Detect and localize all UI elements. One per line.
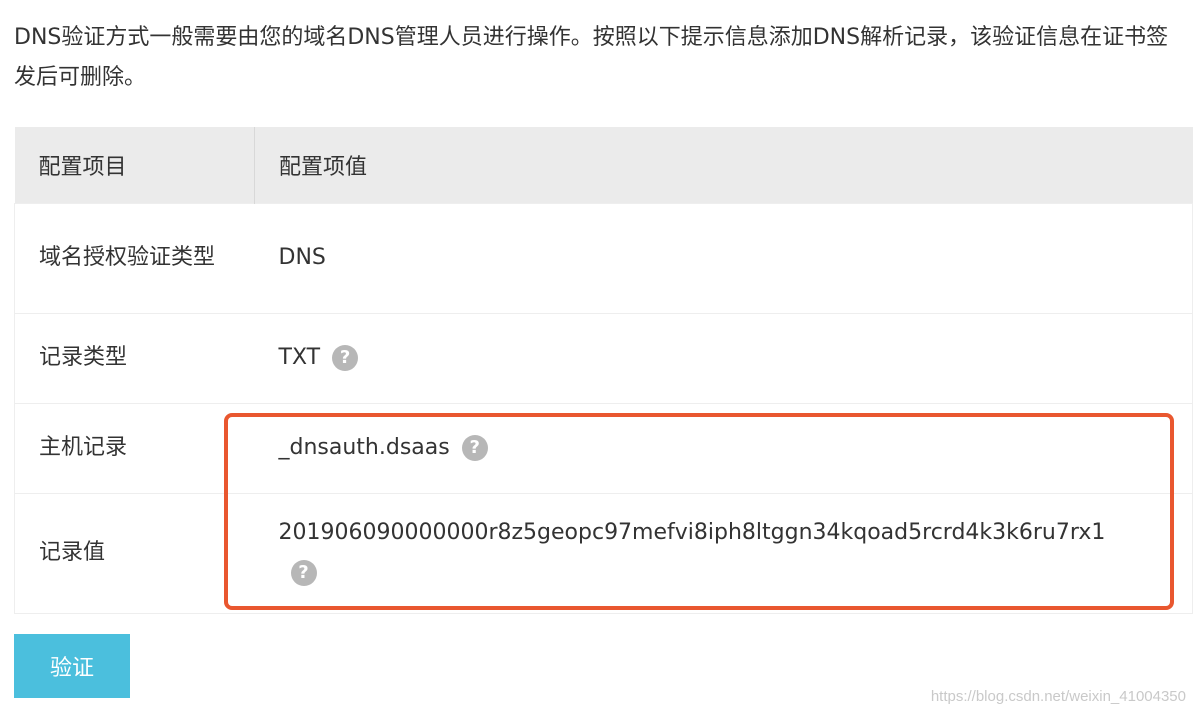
host-record-value[interactable]: _dnsauth.dsaas [279,435,450,460]
row-value-verify-type: DNS [254,202,1193,313]
verify-type-value: DNS [278,245,326,270]
verify-button[interactable]: 验证 [14,634,130,698]
row-label-host-record: 主机记录 [14,402,255,493]
dns-config-table: 配置项目 配置项值 域名授权验证类型 DNS 记录类型 TXT? 主机记录 _d… [14,127,1193,614]
row-label-record-type: 记录类型 [14,312,255,403]
header-config-item: 配置项目 [14,127,255,203]
watermark: https://blog.csdn.net/weixin_41004350 [930,688,1186,705]
header-config-value: 配置项值 [254,127,1193,203]
row-value-record-type: TXT? [254,312,1193,403]
table-row-host-record: 主机记录 _dnsauth.dsaas? [14,402,1193,493]
question-circle-icon[interactable]: ? [290,560,317,586]
intro-text: DNS验证方式一般需要由您的域名DNS管理人员进行操作。按照以下提示信息添加DN… [14,25,1169,90]
table-row-verify-type: 域名授权验证类型 DNS [14,202,1193,313]
row-label-verify-type: 域名授权验证类型 [14,202,255,313]
row-value-record-value: 201906090000000r8z5geopc97mefvi8iph8ltgg… [254,492,1193,614]
record-type-value[interactable]: TXT [279,345,321,370]
row-value-host-record: _dnsauth.dsaas? [254,402,1193,493]
question-circle-icon[interactable]: ? [461,435,488,461]
question-circle-icon[interactable]: ? [332,345,359,371]
table-header-row: 配置项目 配置项值 [14,127,1193,203]
table-row-record-type: 记录类型 TXT? [14,312,1193,403]
row-label-record-value: 记录值 [14,492,255,614]
record-value-text[interactable]: 201906090000000r8z5geopc97mefvi8iph8ltgg… [279,520,1106,545]
table-row-record-value: 记录值 201906090000000r8z5geopc97mefvi8iph8… [14,492,1193,614]
